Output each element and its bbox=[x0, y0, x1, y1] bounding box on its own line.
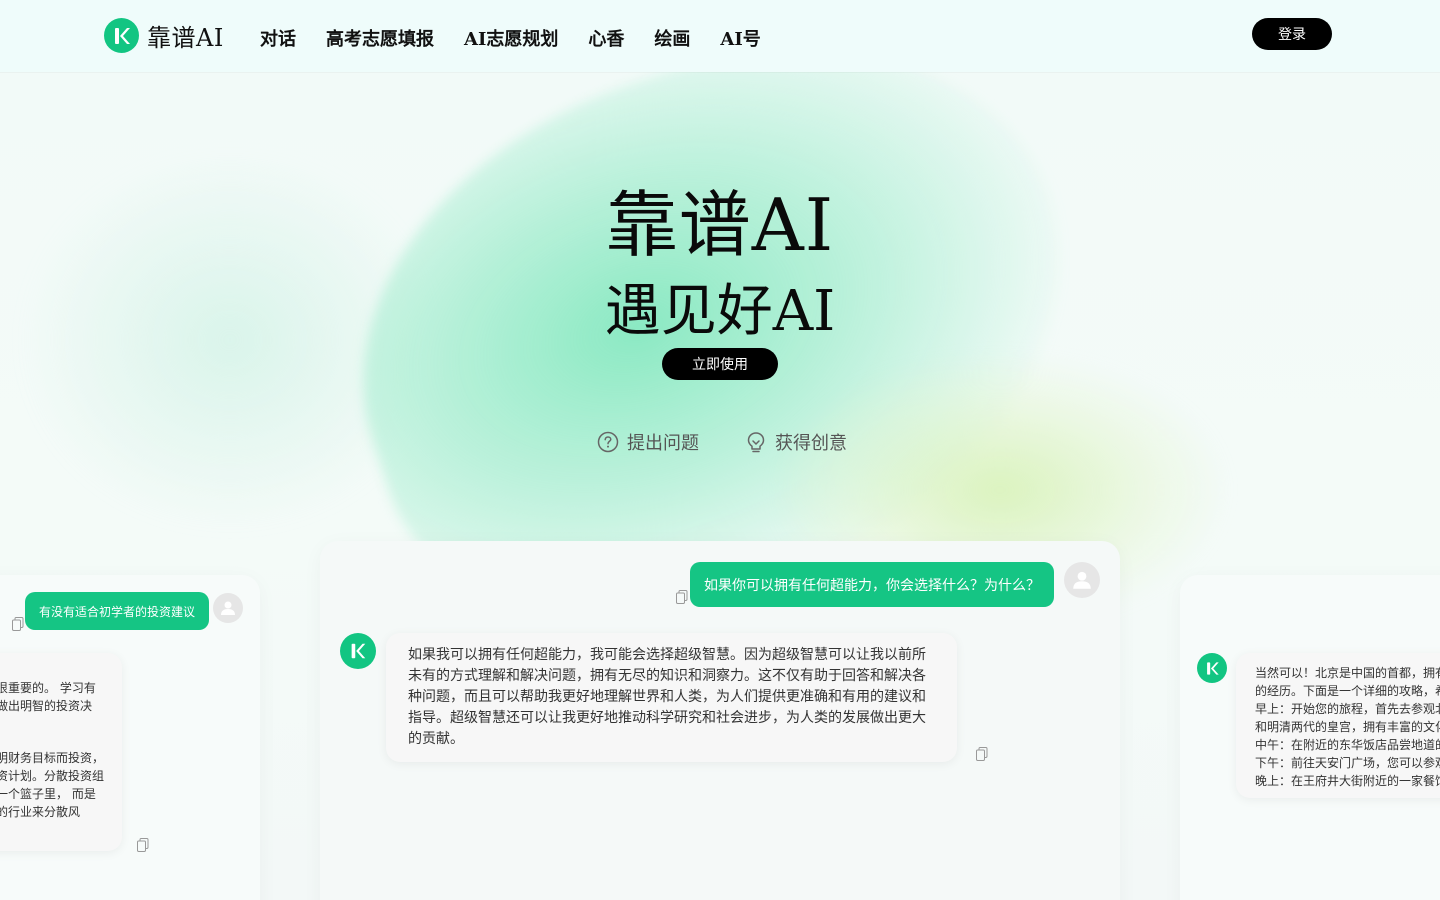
copy-icon[interactable] bbox=[976, 747, 988, 761]
bot-message-line: 晚上：在王府井大街附近的一家餐馆 bbox=[1255, 774, 1440, 788]
bot-avatar bbox=[1197, 653, 1227, 683]
bot-message-line: 早上：开始您的旅程，首先去参观北 bbox=[1255, 702, 1440, 716]
bot-avatar bbox=[340, 633, 376, 669]
bot-message-line: 和明清两代的皇宫，拥有丰富的文化 bbox=[1255, 720, 1440, 734]
bot-message-line: 很重要的。 学习有 bbox=[0, 681, 96, 695]
bot-message-bubble: 很重要的。 学习有 做出明智的投资决 明财务目标而投资， 资计划。分散投资组 一… bbox=[0, 653, 122, 851]
user-avatar bbox=[213, 593, 243, 623]
feature-label: 获得创意 bbox=[775, 433, 847, 454]
bot-message-line: 做出明智的投资决 bbox=[0, 699, 93, 713]
bot-message-line bbox=[0, 733, 122, 749]
chat-card-right: 当然可以！北京是中国的首都，拥有 的经历。下面是一个详细的攻略，希 早上：开始您… bbox=[1180, 575, 1440, 900]
bot-message-line: 的行业来分散风 bbox=[0, 805, 81, 819]
user-avatar-icon bbox=[221, 601, 235, 615]
nav-item-chat[interactable]: 对话 bbox=[260, 25, 296, 51]
user-avatar bbox=[1064, 562, 1100, 598]
chat-card-left: 有没有适合初学者的投资建议 很重要的。 学习有 做出明智的投资决 明财务目标而投… bbox=[0, 575, 260, 900]
logo-k-icon bbox=[351, 643, 366, 659]
site-logo[interactable]: 靠谱AI bbox=[104, 18, 224, 53]
user-message-bubble: 如果你可以拥有任何超能力，你会选择什么？为什么？ bbox=[690, 562, 1054, 607]
logo-text: 靠谱AI bbox=[147, 24, 224, 52]
login-button[interactable]: 登录 bbox=[1252, 18, 1332, 50]
copy-icon[interactable] bbox=[676, 590, 688, 604]
bot-message-line: 资计划。分散投资组 bbox=[0, 769, 105, 783]
chat-card-center: 如果你可以拥有任何超能力，你会选择什么？为什么？ 如果我可以拥有任何超能力，我可… bbox=[320, 541, 1120, 900]
bot-message-line: 下午：前往天安门广场，您可以参观 bbox=[1255, 756, 1440, 770]
feature-get-ideas[interactable]: 获得创意 bbox=[745, 429, 847, 455]
nav-item-ai-planning[interactable]: AI志愿规划 bbox=[464, 25, 558, 51]
copy-icon[interactable] bbox=[137, 838, 149, 852]
question-circle-icon bbox=[597, 431, 619, 453]
nav-item-xinxiang[interactable]: 心香 bbox=[588, 25, 624, 51]
lightbulb-icon bbox=[747, 432, 765, 453]
nav-item-ai-account[interactable]: AI号 bbox=[720, 25, 760, 51]
bot-message-line bbox=[0, 715, 122, 733]
user-message-bubble: 有没有适合初学者的投资建议 bbox=[25, 592, 210, 630]
bot-message-line: 当然可以！北京是中国的首都，拥有 bbox=[1255, 666, 1440, 680]
bot-message-line: 中午：在附近的东华饭店品尝地道的 bbox=[1255, 738, 1440, 752]
feature-list: 提出问题 获得创意 bbox=[597, 429, 847, 455]
feature-label: 提出问题 bbox=[627, 433, 699, 454]
copy-icon[interactable] bbox=[12, 617, 24, 631]
logo-k-icon bbox=[1206, 661, 1219, 675]
logo-k-icon bbox=[104, 18, 139, 53]
hero-subtitle: 遇见好AI bbox=[604, 279, 836, 344]
bot-message-line: 明财务目标而投资， bbox=[0, 751, 105, 765]
user-avatar-icon bbox=[1073, 571, 1091, 589]
start-using-button[interactable]: 立即使用 bbox=[662, 348, 778, 380]
nav-item-drawing[interactable]: 绘画 bbox=[654, 25, 690, 51]
feature-ask-question[interactable]: 提出问题 bbox=[597, 429, 699, 455]
bot-message-bubble: 当然可以！北京是中国的首都，拥有 的经历。下面是一个详细的攻略，希 早上：开始您… bbox=[1236, 653, 1440, 798]
top-header: 靠谱AI 对话 高考志愿填报 AI志愿规划 心香 绘画 AI号 登录 bbox=[0, 0, 1440, 72]
bot-message-line: 的经历。下面是一个详细的攻略，希 bbox=[1255, 684, 1440, 698]
nav-item-gaokao[interactable]: 高考志愿填报 bbox=[326, 25, 434, 51]
main-nav: 对话 高考志愿填报 AI志愿规划 心香 绘画 AI号 bbox=[260, 25, 761, 51]
hero-title: 靠谱AI bbox=[605, 183, 835, 267]
bot-message-line: 一个篮子里， 而是 bbox=[0, 787, 96, 801]
bot-message-bubble: 如果我可以拥有任何超能力，我可能会选择超级智慧。因为超级智慧可以让我以前所未有的… bbox=[386, 633, 957, 762]
